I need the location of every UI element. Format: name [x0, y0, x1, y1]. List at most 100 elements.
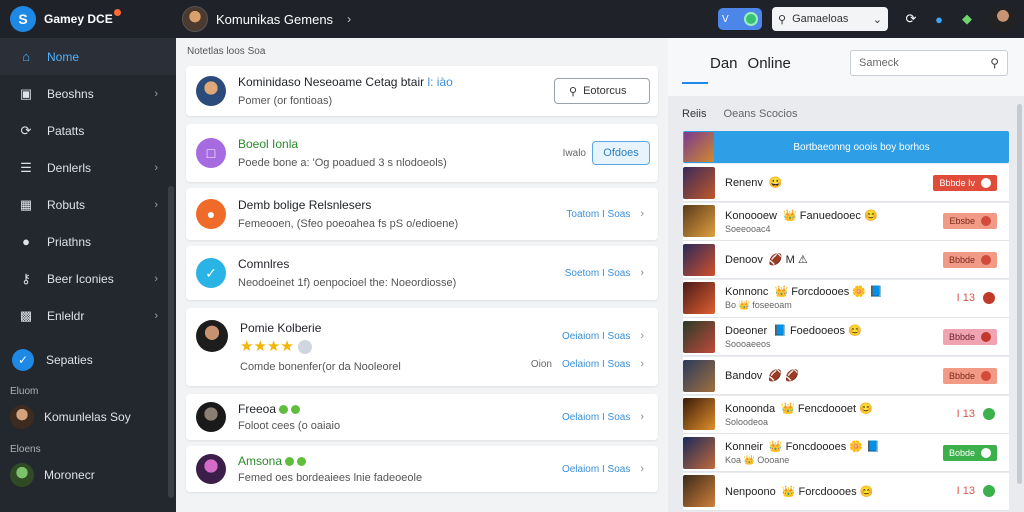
- app-logo[interactable]: S Gamey DCE: [0, 6, 176, 32]
- sidebar-item-3[interactable]: ☰ Denlerls ›: [0, 149, 176, 186]
- search-button[interactable]: ⚲ Eotorcus: [554, 78, 650, 104]
- notification-card[interactable]: ✓ Comnlres Neodoeinet 1f) oenpocioel the…: [186, 246, 658, 300]
- avatar: [10, 463, 34, 487]
- status-dot[interactable]: [983, 485, 995, 498]
- notification-card[interactable]: Kominidaso Neseoame Cetag btair l: iào P…: [186, 66, 658, 116]
- online-user-row[interactable]: Denoov 🏈 M ⚠ Bbbde: [683, 241, 1009, 280]
- status-dot: [297, 457, 307, 467]
- sidebar-section-title: Eluom: [10, 386, 39, 397]
- key-icon: ⚷: [21, 270, 31, 286]
- rank-number: I 13: [956, 292, 975, 305]
- status-dot: [981, 447, 991, 458]
- online-user-row[interactable]: Konnonc 👑 Forcdoooes 🌼 📘 Bo 👑 foseeoam I 13: [683, 279, 1009, 318]
- notification-card[interactable]: Amsona Femed oes bordeaiees lnie fadeoeo…: [186, 446, 658, 492]
- online-panel: Dan Online Sameck ⚲ Reiis Oeans Scocios B…: [668, 38, 1024, 512]
- status-dot: [285, 457, 295, 467]
- chevron-down-icon: ⌄: [872, 13, 882, 26]
- online-user-row[interactable]: Konoonda 👑 Fencdoooet 😊 Soloodeoa I 13: [683, 395, 1009, 434]
- user-avatar[interactable]: [990, 6, 1016, 32]
- status-badge[interactable]: Ebsbe: [943, 213, 997, 230]
- tab-friends[interactable]: Reiis: [682, 108, 706, 120]
- online-user-row[interactable]: Bandov 🏈 🏈 Bbbde: [683, 357, 1009, 395]
- chat-icon: □: [196, 138, 226, 168]
- status-dot: [981, 216, 991, 227]
- sidebar-user[interactable]: Komunlelas Soy: [0, 400, 176, 434]
- sidebar-section-title: Eloens: [10, 444, 41, 455]
- status-badge[interactable]: Bbbde: [942, 251, 997, 268]
- chevron-right-icon: ›: [154, 309, 158, 322]
- chevron-right-icon: ›: [154, 272, 158, 285]
- game-select[interactable]: ⚲ Gamaeloas ⌄: [772, 7, 888, 31]
- online-user-row[interactable]: Konneir 👑 Foncdoooes 🌼 📘 Koa 👑 Oooane Bobde: [683, 434, 1009, 473]
- avatar: [10, 405, 34, 429]
- online-tabs: Reiis Oeans Scocios: [682, 108, 798, 120]
- channel-title-text: Komunikas Gemens: [216, 11, 334, 27]
- status-dot: [981, 331, 991, 342]
- status-dot[interactable]: [983, 292, 995, 305]
- people-icon: ●: [22, 234, 30, 249]
- online-search-input[interactable]: Sameck ⚲: [850, 50, 1008, 76]
- rank-number: I 13: [956, 485, 975, 498]
- app-name: Gamey DCE: [44, 9, 121, 26]
- status-badge[interactable]: Bobde: [942, 444, 997, 461]
- notification-card[interactable]: □ Boeol Ionla Poede bone a: 'Og poadued …: [186, 124, 658, 182]
- avatar: [683, 166, 715, 199]
- status-dot: [981, 254, 991, 265]
- tab-others[interactable]: Oeans Scocios: [724, 108, 798, 120]
- notification-card[interactable]: Pomie Kolberie ★★★★ Comde bonenfer(or da…: [186, 308, 658, 386]
- sidebar: ⌂ Nome ▣ Beoshns › ⟳ Patatts ☰ Denlerls …: [0, 38, 176, 512]
- gift-icon[interactable]: ◆: [956, 8, 978, 30]
- channel-title[interactable]: Komunikas Gemens ›: [182, 6, 351, 32]
- status-toggle[interactable]: V: [718, 8, 762, 30]
- status-dot: [279, 405, 289, 415]
- avatar: [683, 320, 715, 353]
- game-select-value: Gamaeloas: [792, 13, 849, 25]
- notification-card[interactable]: ● Demb bolige Relsnlesers Femeooen, (Sfe…: [186, 188, 658, 240]
- sidebar-item-6[interactable]: ⚷ Beer Iconies ›: [0, 260, 176, 297]
- online-user-row[interactable]: Doeoner 📘 Foedooeos 😊 Soooaeeos Bbbde: [683, 318, 1009, 357]
- status-dot: [981, 370, 991, 381]
- notification-card[interactable]: Freeoa Foloot cees (o oaiaio Oelaiom I S…: [186, 394, 658, 440]
- panel-header: Notetlas loos Soa: [187, 46, 266, 57]
- sidebar-item-7[interactable]: ▩ Enleldr ›: [0, 297, 176, 334]
- toggle-knob: [744, 12, 758, 26]
- online-user-row[interactable]: Nenpoono 👑 Forcdoooes 😊 I 13: [683, 472, 1009, 511]
- notification-icon[interactable]: ●: [928, 8, 950, 30]
- rank-number: I 13: [956, 408, 975, 421]
- online-scrollbar[interactable]: [1017, 104, 1022, 484]
- chevron-right-icon: ›: [640, 208, 644, 220]
- shield-icon: ✓: [12, 349, 34, 371]
- sidebar-item-4[interactable]: ▦ Robuts ›: [0, 186, 176, 223]
- avatar: [683, 243, 715, 276]
- avatar: [683, 398, 715, 431]
- top-right-controls: V ⚲ Gamaeloas ⌄ ⟳ ● ◆: [718, 0, 1024, 38]
- avatar: [196, 454, 226, 484]
- refresh-icon: ⟳: [20, 122, 32, 138]
- online-user-row[interactable]: Renenv 😀 Bbbde Iv: [683, 164, 1009, 202]
- notifications-panel: Notetlas loos Soa Kominidaso Neseoame Ce…: [176, 38, 668, 512]
- status-badge[interactable]: Bbbde: [942, 328, 997, 345]
- avatar: [196, 320, 228, 352]
- avatar: [196, 76, 226, 106]
- avatar: [683, 436, 715, 469]
- sidebar-item-home[interactable]: ⌂ Nome: [0, 38, 176, 75]
- sidebar-item-2[interactable]: ⟳ Patatts: [0, 112, 176, 149]
- status-dot[interactable]: [983, 408, 995, 421]
- sidebar-item-1[interactable]: ▣ Beoshns ›: [0, 75, 176, 112]
- sidebar-user[interactable]: Moronecr: [0, 458, 176, 492]
- sidebar-scrollbar[interactable]: [168, 186, 174, 498]
- chevron-right-icon: ›: [347, 12, 352, 26]
- chevron-right-icon: ›: [640, 463, 644, 475]
- sidebar-item-special[interactable]: ✓ Sepaties: [0, 340, 176, 380]
- chevron-right-icon: ›: [640, 358, 644, 370]
- status-badge[interactable]: Bbbde: [942, 367, 997, 384]
- online-user-row[interactable]: Konoooew 👑 Fanuedooec 😊 Soeeooac4 Ebsbe: [683, 202, 1009, 241]
- status-badge[interactable]: Bbbde Iv: [933, 174, 997, 191]
- action-button[interactable]: Ofdoes: [592, 141, 650, 165]
- chevron-right-icon: ›: [154, 161, 158, 174]
- sidebar-item-5[interactable]: ● Priathns: [0, 223, 176, 260]
- search-icon: ⚲: [569, 85, 578, 98]
- refresh-icon[interactable]: ⟳: [900, 8, 922, 30]
- chevron-right-icon: ›: [640, 411, 644, 423]
- online-banner[interactable]: Bortbaeonng ooois boy borhos: [683, 131, 1009, 163]
